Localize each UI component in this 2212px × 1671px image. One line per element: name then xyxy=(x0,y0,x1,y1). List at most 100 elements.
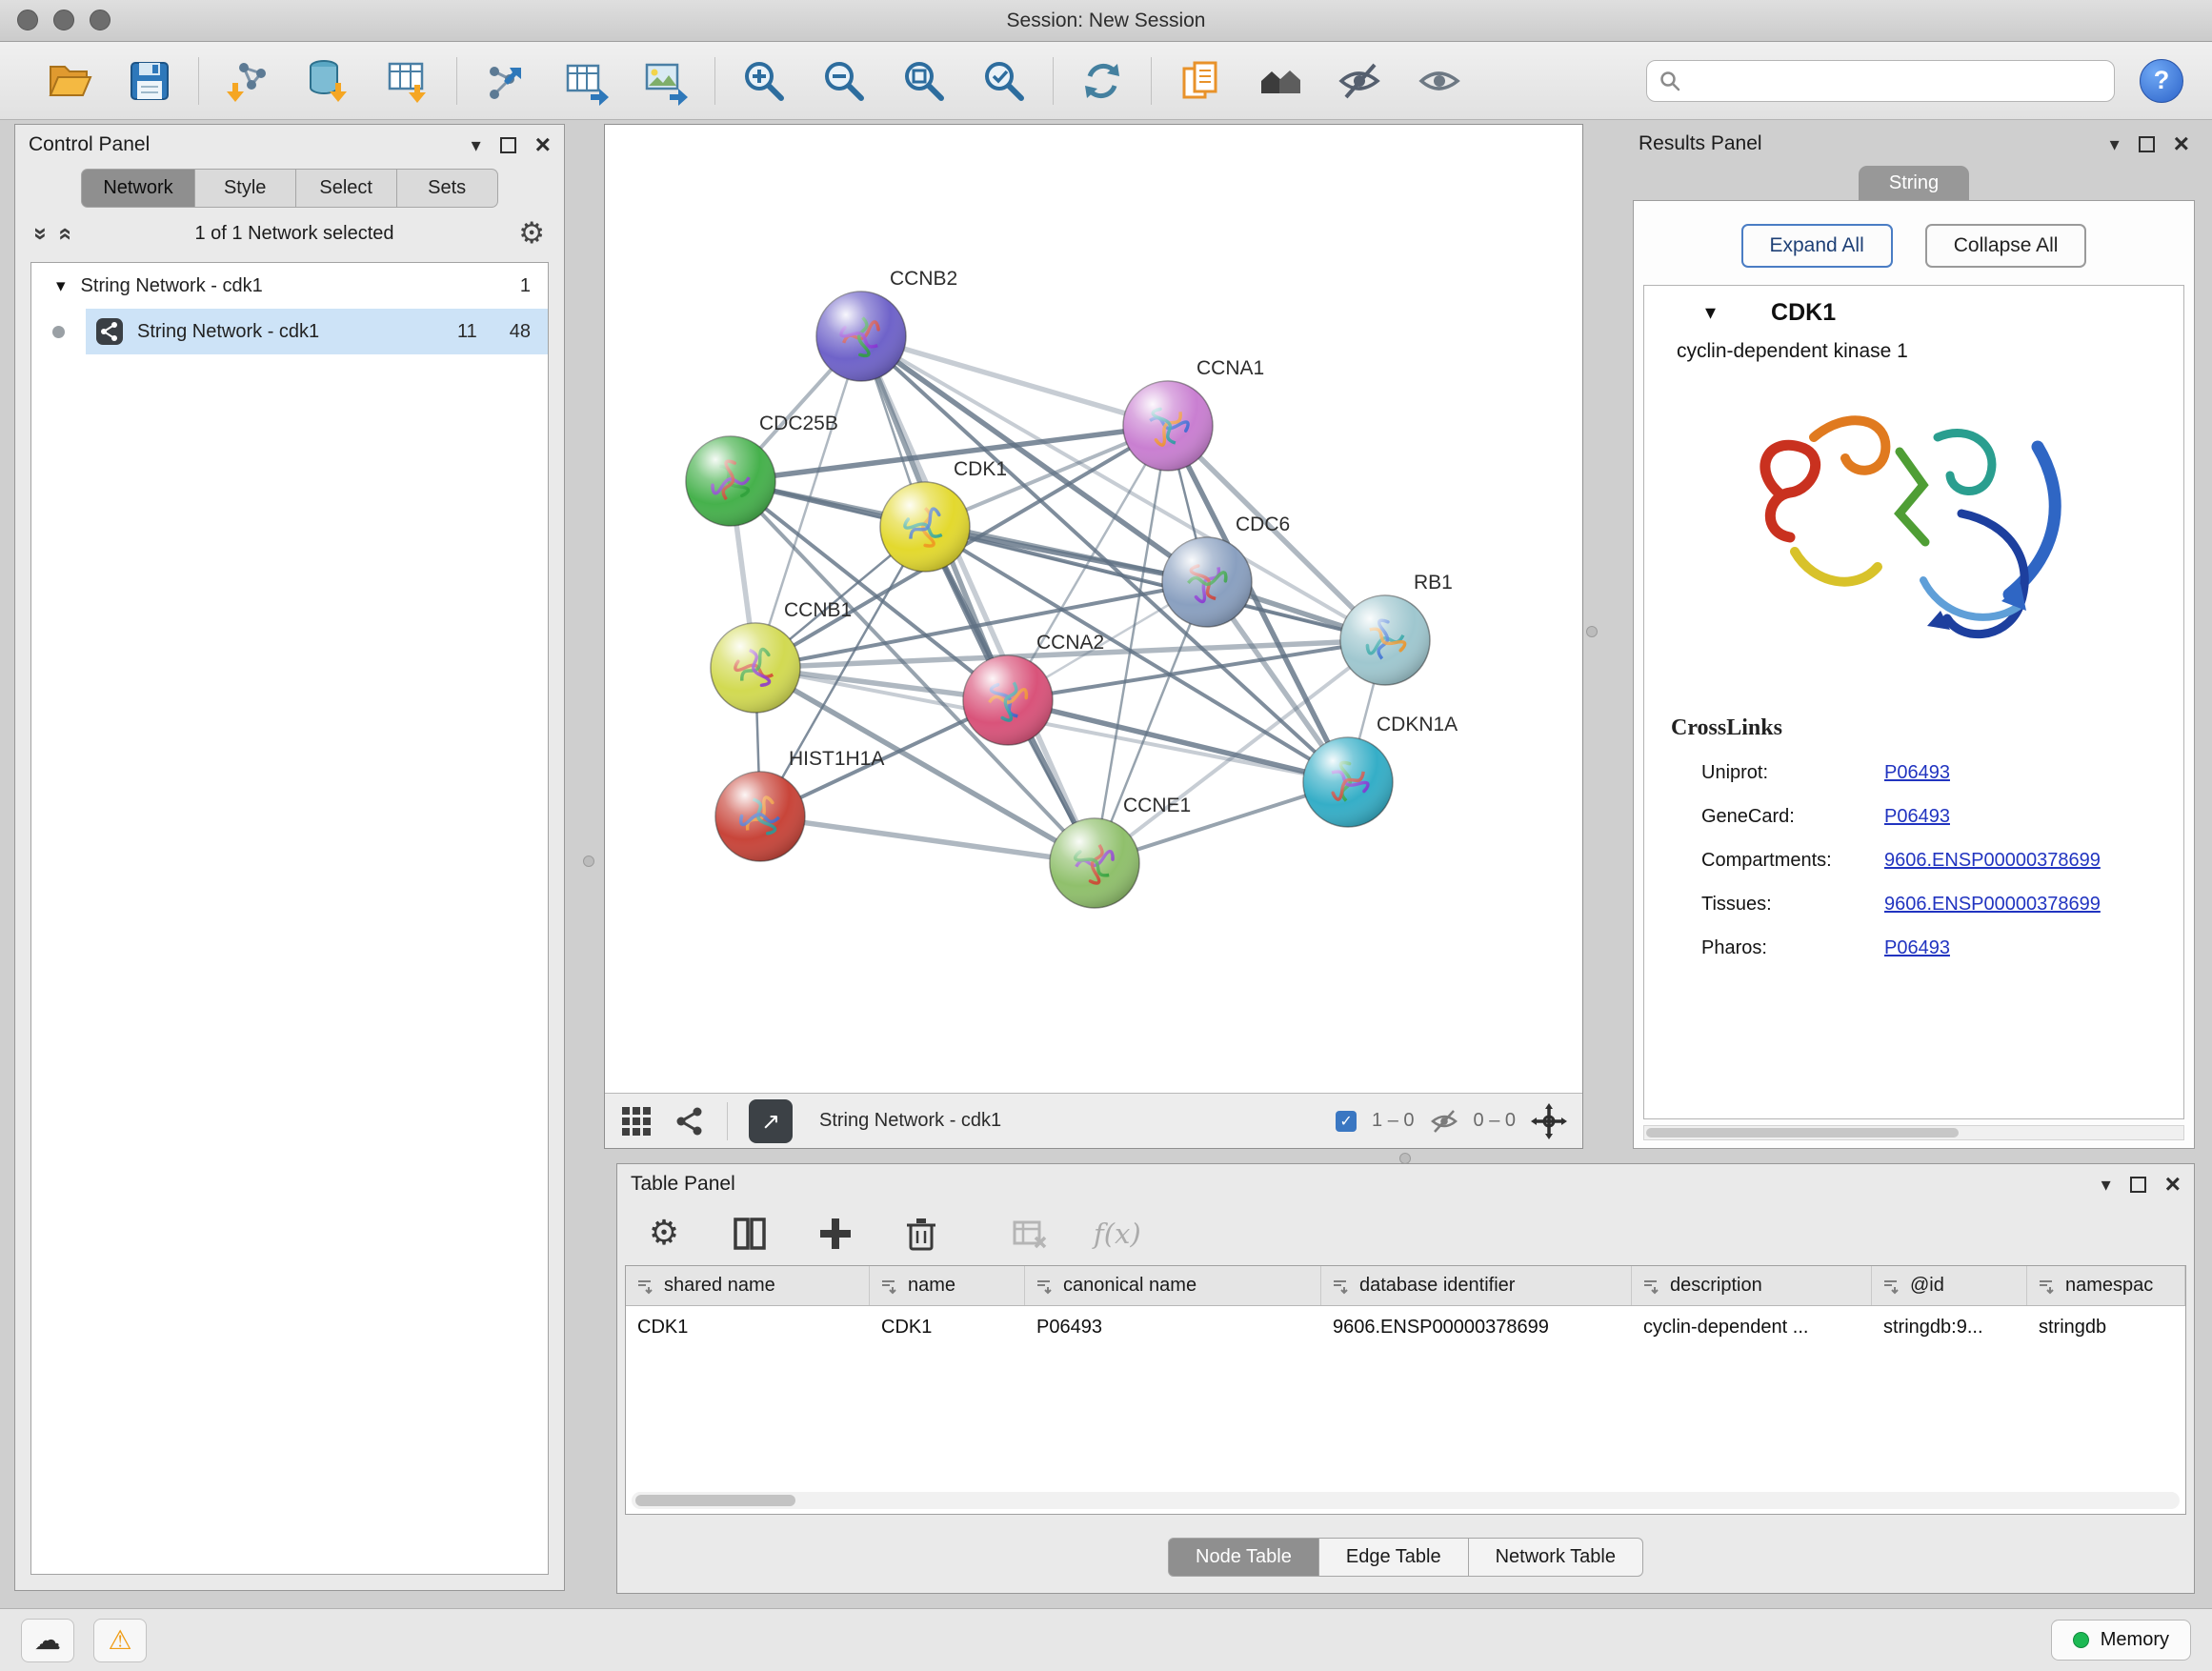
crosslink-link[interactable]: P06493 xyxy=(1884,937,1950,959)
network-edge[interactable] xyxy=(760,816,1095,863)
column-header-shared-name[interactable]: shared name xyxy=(626,1266,870,1305)
collapse-all-networks-icon[interactable]: » xyxy=(50,228,77,241)
memory-button[interactable]: Memory xyxy=(2051,1620,2191,1661)
cell-canonical-name[interactable]: P06493 xyxy=(1025,1306,1321,1348)
network-collection-row[interactable]: ▾ String Network - cdk1 1 xyxy=(31,263,548,309)
table-options-gear-icon[interactable]: ⚙ xyxy=(642,1212,686,1256)
column-header-database-identifier[interactable]: database identifier xyxy=(1321,1266,1632,1305)
crosslink-link[interactable]: P06493 xyxy=(1884,762,1950,784)
network-edge[interactable] xyxy=(861,336,1095,863)
snapshot-documents-button[interactable] xyxy=(1175,55,1226,107)
network-row-selected[interactable]: String Network - cdk1 11 48 xyxy=(86,309,548,354)
export-table-button[interactable] xyxy=(560,55,612,107)
expand-all-button[interactable]: Expand All xyxy=(1741,224,1893,268)
cell-name[interactable]: CDK1 xyxy=(870,1306,1025,1348)
close-results-panel-button[interactable]: × xyxy=(2174,131,2189,157)
import-network-database-button[interactable] xyxy=(302,55,353,107)
apply-layout-button[interactable] xyxy=(1076,55,1128,107)
add-column-button[interactable] xyxy=(814,1212,857,1256)
gene-section-caret-icon[interactable]: ▾ xyxy=(1705,301,1716,325)
help-button[interactable]: ? xyxy=(2140,59,2183,103)
close-table-panel-button[interactable]: × xyxy=(2165,1171,2181,1198)
network-node-cdkn1a[interactable]: CDKN1A xyxy=(1303,714,1458,827)
search-input[interactable] xyxy=(1691,70,2102,91)
float-panel-button[interactable]: ▾ xyxy=(472,133,481,156)
left-splitter-handle[interactable] xyxy=(583,856,594,867)
function-builder-button[interactable]: f(x) xyxy=(1094,1218,1141,1250)
tab-select[interactable]: Select xyxy=(296,169,397,208)
import-table-button[interactable] xyxy=(382,55,433,107)
delete-column-button[interactable] xyxy=(899,1212,943,1256)
minimize-window-button[interactable] xyxy=(53,10,74,30)
cell-description[interactable]: cyclin-dependent ... xyxy=(1632,1306,1872,1348)
network-options-gear-icon[interactable]: ⚙ xyxy=(518,219,545,249)
zoom-window-button[interactable] xyxy=(90,10,111,30)
network-node-cdc6[interactable]: CDC6 xyxy=(1162,513,1290,627)
birdseye-grid-icon[interactable] xyxy=(620,1105,653,1137)
column-header-description[interactable]: description xyxy=(1632,1266,1872,1305)
cell-database-identifier[interactable]: 9606.ENSP00000378699 xyxy=(1321,1306,1632,1348)
results-horizontal-scrollbar[interactable] xyxy=(1643,1125,2184,1140)
float-table-panel-button[interactable]: ▾ xyxy=(2101,1173,2111,1196)
close-window-button[interactable] xyxy=(17,10,38,30)
column-header-canonical-name[interactable]: canonical name xyxy=(1025,1266,1321,1305)
show-graphics-button[interactable] xyxy=(1415,55,1466,107)
tab-sets[interactable]: Sets xyxy=(397,169,498,208)
open-in-new-window-button[interactable]: ↗ xyxy=(749,1099,793,1143)
column-header-name[interactable]: name xyxy=(870,1266,1025,1305)
network-graph[interactable]: CCNB2CCNA1CDC25BCDK1CDC6RB1CCNB1CCNA2CDK… xyxy=(605,125,1582,1093)
float-results-panel-button[interactable]: ▾ xyxy=(2110,132,2120,155)
network-node-hist1h1a[interactable]: HIST1H1A xyxy=(715,748,884,861)
network-row[interactable]: String Network - cdk1 11 48 xyxy=(31,309,548,354)
show-columns-button[interactable] xyxy=(728,1212,772,1256)
hidden-items-eye-icon[interactable] xyxy=(1430,1107,1458,1136)
crosslink-link[interactable]: P06493 xyxy=(1884,806,1950,828)
crosslink-link[interactable]: 9606.ENSP00000378699 xyxy=(1884,894,2101,916)
warnings-button[interactable]: ⚠ xyxy=(93,1619,147,1662)
zoom-out-button[interactable] xyxy=(818,55,870,107)
network-node-ccnb2[interactable]: CCNB2 xyxy=(816,268,957,381)
tab-network-table[interactable]: Network Table xyxy=(1469,1538,1643,1577)
collection-expand-caret-icon[interactable]: ▾ xyxy=(56,275,66,296)
maximize-results-panel-button[interactable] xyxy=(2139,136,2155,152)
zoom-selected-button[interactable] xyxy=(978,55,1030,107)
fit-selected-crosshair-icon[interactable] xyxy=(1531,1103,1567,1139)
import-network-file-button[interactable] xyxy=(222,55,273,107)
cloud-status-button[interactable]: ☁ xyxy=(21,1619,74,1662)
tab-node-table[interactable]: Node Table xyxy=(1168,1538,1319,1577)
export-image-button[interactable] xyxy=(640,55,692,107)
search-box[interactable] xyxy=(1646,60,2115,102)
network-node-ccnb1[interactable]: CCNB1 xyxy=(711,599,852,713)
cell-id[interactable]: stringdb:9... xyxy=(1872,1306,2027,1348)
right-splitter-handle[interactable] xyxy=(1586,626,1598,637)
zoom-fit-button[interactable] xyxy=(898,55,950,107)
hide-graphics-button[interactable] xyxy=(1335,55,1386,107)
maximize-table-panel-button[interactable] xyxy=(2130,1177,2146,1193)
save-session-button[interactable] xyxy=(124,55,175,107)
column-header-id[interactable]: @id xyxy=(1872,1266,2027,1305)
cell-namespace[interactable]: stringdb xyxy=(2027,1306,2185,1348)
open-session-button[interactable] xyxy=(44,55,95,107)
tab-network[interactable]: Network xyxy=(81,169,194,208)
network-edge[interactable] xyxy=(861,336,1168,426)
maximize-panel-button[interactable] xyxy=(500,137,516,153)
share-network-icon[interactable] xyxy=(674,1105,706,1137)
delete-table-button[interactable] xyxy=(1008,1212,1052,1256)
cell-shared-name[interactable]: CDK1 xyxy=(626,1306,870,1348)
network-canvas[interactable]: CCNB2CCNA1CDC25BCDK1CDC6RB1CCNB1CCNA2CDK… xyxy=(605,125,1582,1093)
close-panel-button[interactable]: × xyxy=(535,131,551,158)
export-network-button[interactable] xyxy=(480,55,532,107)
tab-style[interactable]: Style xyxy=(195,169,296,208)
results-tab-string[interactable]: String xyxy=(1859,166,1969,200)
network-node-rb1[interactable]: RB1 xyxy=(1340,572,1453,685)
crosslink-link[interactable]: 9606.ENSP00000378699 xyxy=(1884,850,2101,872)
collapse-all-button[interactable]: Collapse All xyxy=(1925,224,2087,268)
network-node-ccna1[interactable]: CCNA1 xyxy=(1123,357,1264,471)
selected-items-checkbox[interactable]: ✓ xyxy=(1336,1111,1357,1132)
table-row[interactable]: CDK1 CDK1 P06493 9606.ENSP00000378699 cy… xyxy=(626,1306,2185,1348)
home-views-button[interactable] xyxy=(1255,55,1306,107)
tab-edge-table[interactable]: Edge Table xyxy=(1319,1538,1469,1577)
column-header-namespace[interactable]: namespac xyxy=(2027,1266,2185,1305)
table-horizontal-scrollbar[interactable] xyxy=(632,1492,2180,1509)
network-node-cdk1[interactable]: CDK1 xyxy=(880,458,1007,572)
